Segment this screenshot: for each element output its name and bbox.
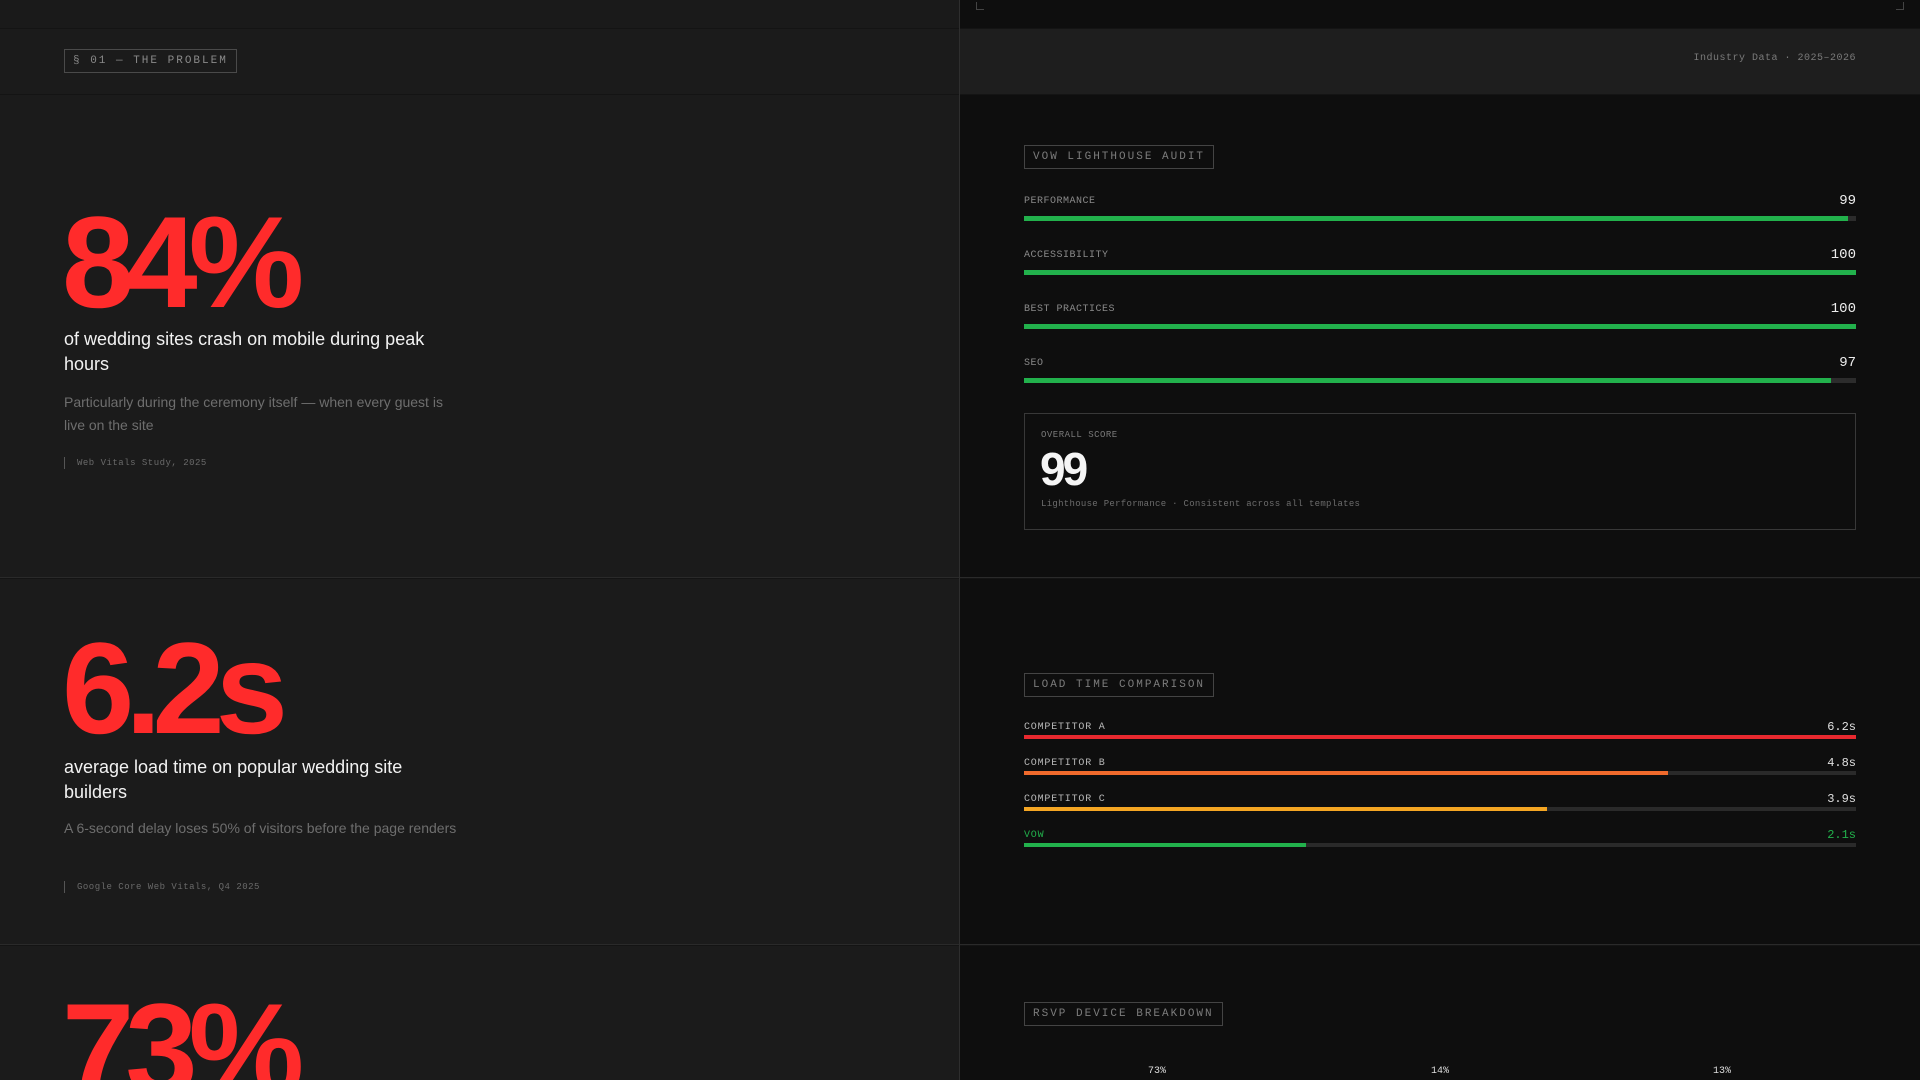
comparison-track xyxy=(1024,735,1856,739)
metric-label: ACCESSIBILITY xyxy=(1024,250,1109,261)
comparison-value: 3.9s xyxy=(1827,792,1856,806)
metric-value: 97 xyxy=(1839,355,1856,371)
metric-value: 100 xyxy=(1830,301,1856,317)
metric-track xyxy=(1024,378,1856,383)
stat-row-load-time: 6.2s average load time on popular weddin… xyxy=(0,579,1920,945)
section-header: § 01 — THE PROBLEM Industry Data · 2025–… xyxy=(0,29,1920,94)
comparison-fill xyxy=(1024,843,1306,847)
comparison-vow: VOW 2.1s xyxy=(1024,828,1856,860)
overall-score-value: 99 xyxy=(1040,443,1088,495)
metric-fill xyxy=(1024,216,1848,221)
header-meta: Industry Data · 2025–2026 xyxy=(1693,53,1856,64)
corner-mark-left xyxy=(976,2,984,10)
metric-label: BEST PRACTICES xyxy=(1024,304,1116,315)
comparison-fill xyxy=(1024,807,1548,811)
comparison-value: 4.8s xyxy=(1827,756,1856,770)
top-strip xyxy=(0,0,1920,28)
comparison-competitor-b: COMPETITOR B 4.8s xyxy=(1024,756,1856,788)
comparison-fill xyxy=(1024,735,1856,739)
metric-track xyxy=(1024,216,1856,221)
comparison-competitor-c: COMPETITOR C 3.9s xyxy=(1024,792,1856,824)
comparison-fill xyxy=(1024,771,1669,775)
rsvp-percent-desktop: 14% xyxy=(1431,1066,1450,1077)
stat-row-rsvp: 73% RSVP DEVICE BREAKDOWN xyxy=(0,946,1920,1080)
stat-source: Google Core Web Vitals, Q4 2025 xyxy=(64,881,260,893)
rsvp-panel: RSVP DEVICE BREAKDOWN xyxy=(960,946,1920,1080)
metric-value: 99 xyxy=(1839,193,1856,209)
load-time-tag: LOAD TIME COMPARISON xyxy=(1024,673,1215,697)
comparison-value: 6.2s xyxy=(1827,720,1856,734)
audit-tag: VOW LIGHTHOUSE AUDIT xyxy=(1024,145,1215,169)
comparison-label: VOW xyxy=(1024,830,1045,841)
comparison-track xyxy=(1024,843,1856,847)
section-tag: § 01 — THE PROBLEM xyxy=(64,49,237,73)
metric-label: SEO xyxy=(1024,358,1044,369)
comparison-label: COMPETITOR A xyxy=(1024,722,1106,733)
metric-track xyxy=(1024,324,1856,329)
metric-fill xyxy=(1024,378,1832,383)
metric-accessibility: ACCESSIBILITY 100 xyxy=(1024,247,1856,290)
metric-fill xyxy=(1024,324,1856,329)
comparison-competitor-a: COMPETITOR A 6.2s xyxy=(1024,720,1856,752)
metric-value: 100 xyxy=(1830,247,1856,263)
metric-seo: SEO 97 xyxy=(1024,355,1856,398)
comparison-track xyxy=(1024,807,1856,811)
metric-track xyxy=(1024,270,1856,275)
comparison-track xyxy=(1024,771,1856,775)
stat-value: 84% xyxy=(62,189,304,335)
comparison-label: COMPETITOR C xyxy=(1024,794,1106,805)
overall-score-card: OVERALL SCORE 99 Lighthouse Performance … xyxy=(1024,413,1856,530)
stat-headline: of wedding sites crash on mobile during … xyxy=(64,329,425,374)
overall-score-caption: Lighthouse Performance · Consistent acro… xyxy=(1041,499,1361,509)
stat-subtext: A 6-second delay loses 50% of visitors b… xyxy=(64,820,457,836)
stat-headline: average load time on popular wedding sit… xyxy=(64,757,403,802)
stat-value: 6.2s xyxy=(62,615,288,761)
load-time-panel: LOAD TIME COMPARISON COMPETITOR A 6.2s C… xyxy=(960,579,1920,945)
rsvp-tag: RSVP DEVICE BREAKDOWN xyxy=(1024,1002,1223,1026)
metric-label: PERFORMANCE xyxy=(1024,196,1096,207)
rsvp-percent-mobile: 73% xyxy=(1148,1066,1167,1077)
lighthouse-audit-panel: VOW LIGHTHOUSE AUDIT PERFORMANCE 99 ACCE… xyxy=(960,95,1920,578)
stat-row-crash: 84% of wedding sites crash on mobile dur… xyxy=(0,95,1920,578)
corner-mark-right xyxy=(1896,2,1904,10)
stat-source: Web Vitals Study, 2025 xyxy=(64,457,207,469)
comparison-value: 2.1s xyxy=(1827,828,1856,842)
comparison-label: COMPETITOR B xyxy=(1024,758,1106,769)
metric-fill xyxy=(1024,270,1856,275)
rsvp-percent-tablet: 13% xyxy=(1713,1066,1732,1077)
stat-subtext: Particularly during the ceremony itself … xyxy=(64,394,443,433)
overall-score-label: OVERALL SCORE xyxy=(1041,430,1118,440)
stat-value: 73% xyxy=(62,976,304,1080)
metric-best-practices: BEST PRACTICES 100 xyxy=(1024,301,1856,344)
metric-performance: PERFORMANCE 99 xyxy=(1024,193,1856,236)
column-divider xyxy=(959,0,960,1080)
